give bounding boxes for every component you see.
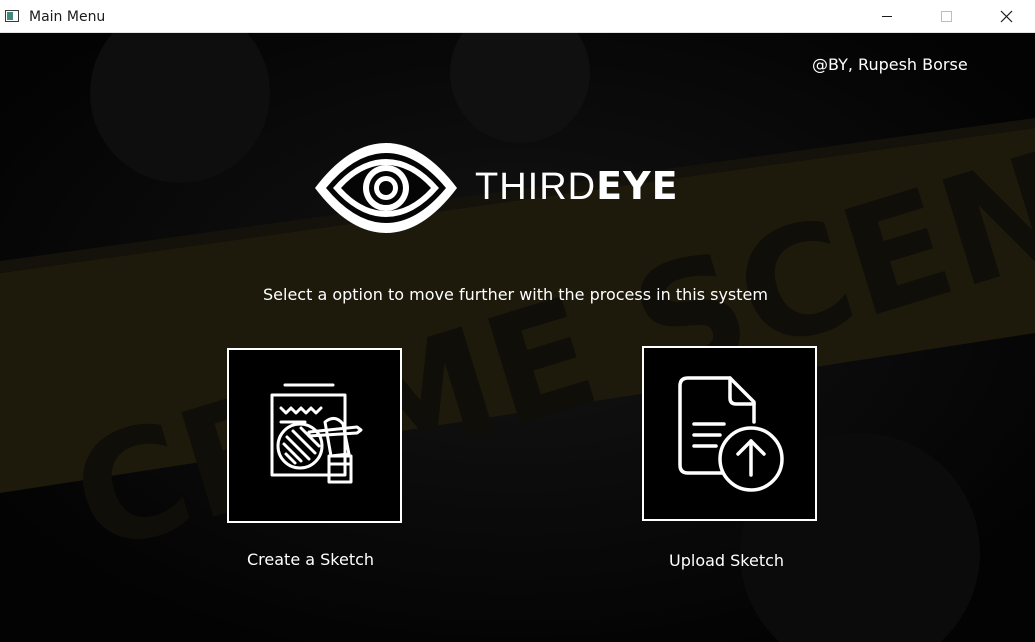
create-sketch-button[interactable] — [227, 348, 402, 523]
eye-logo-icon — [315, 143, 457, 233]
main-menu-window: Main Menu SCENE @BY, Rupesh Borse THIRDE… — [0, 0, 1035, 642]
sketch-drawing-icon — [270, 383, 363, 484]
crime-scene-background: CRIME SCENE DO NOT — [0, 33, 1035, 642]
close-button[interactable] — [983, 0, 1029, 32]
author-credit: @BY, Rupesh Borse — [812, 55, 968, 74]
minimize-icon — [882, 16, 892, 17]
close-icon — [1000, 10, 1013, 23]
maximize-icon — [941, 11, 952, 22]
create-sketch-label: Create a Sketch — [247, 550, 375, 569]
document-upload-icon — [678, 376, 784, 492]
brand-wordmark: THIRDEYE — [475, 164, 679, 209]
window-title: Main Menu — [29, 9, 106, 25]
upload-sketch-label: Upload Sketch — [669, 551, 785, 570]
upload-sketch-button[interactable] — [642, 346, 817, 521]
maximize-button[interactable] — [924, 0, 970, 32]
instruction-text: Select a option to move further with the… — [263, 285, 768, 304]
app-window-icon — [5, 10, 19, 22]
brand-bold: EYE — [596, 164, 679, 208]
title-bar: Main Menu — [0, 0, 1035, 33]
brand-light: THIRD — [475, 166, 597, 208]
minimize-button[interactable] — [864, 0, 910, 32]
client-area: CRIME SCENE DO NOT @BY, Rupesh Borse THI… — [0, 33, 1035, 642]
